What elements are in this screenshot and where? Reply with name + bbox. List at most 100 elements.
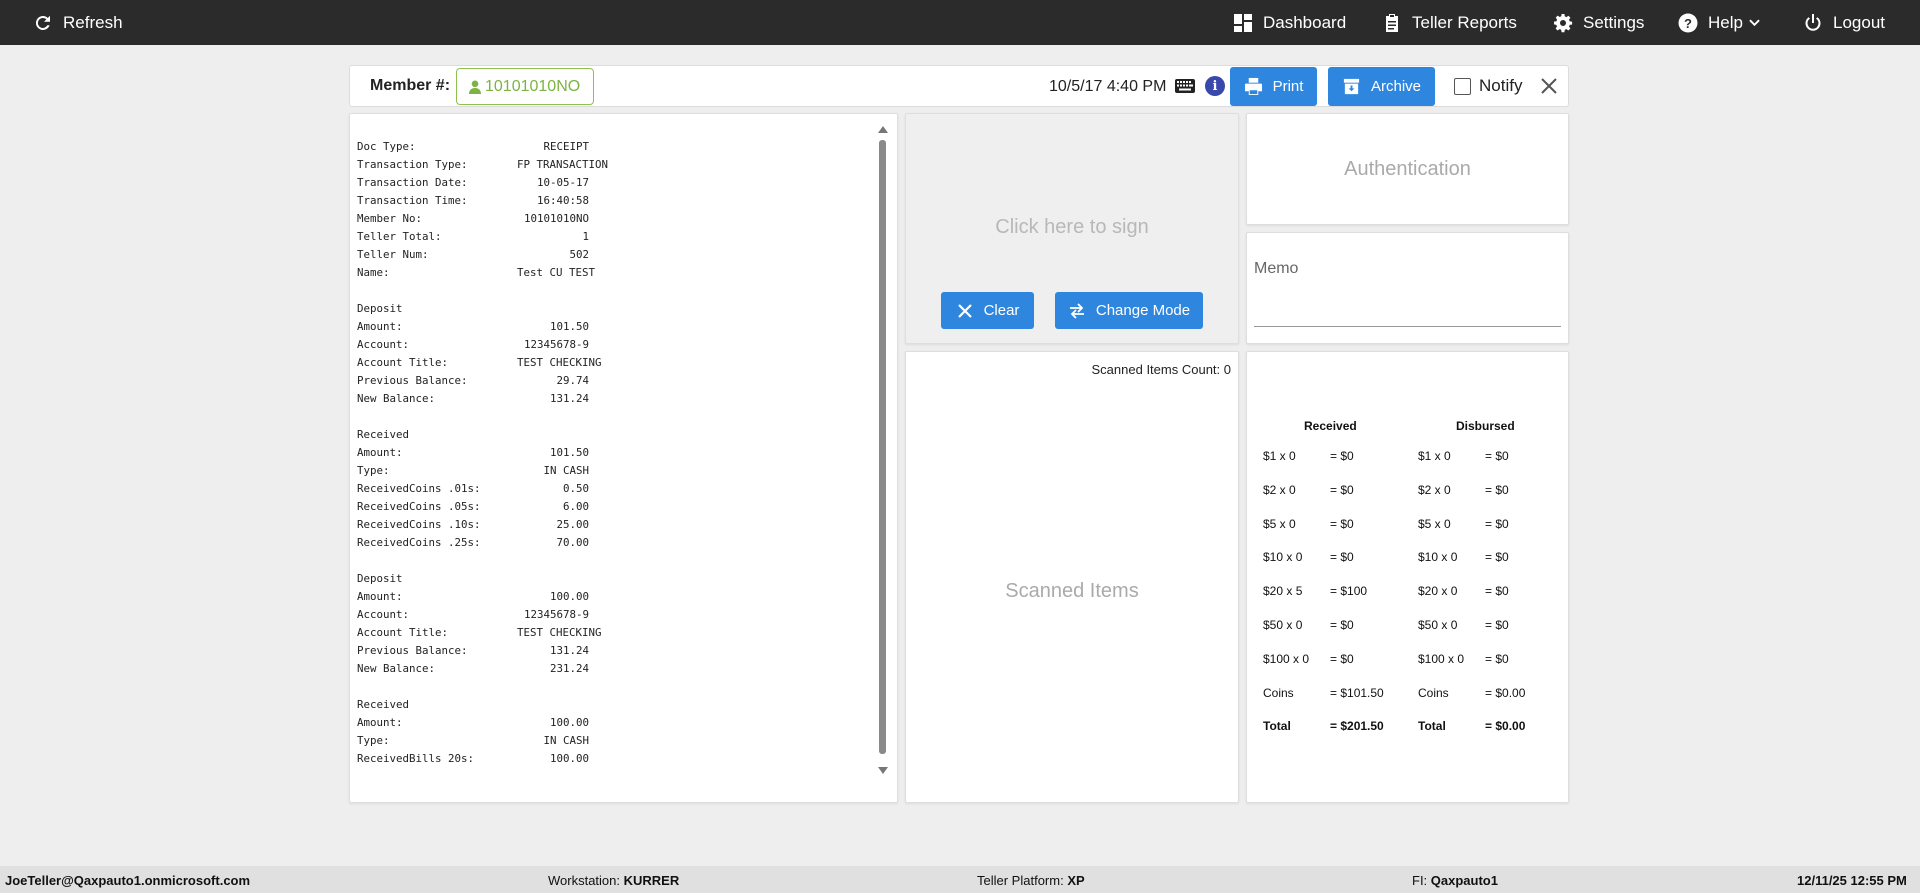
receipt-line: ReceivedCoins .01s: 0.50 [357,480,589,498]
workstation-label: Workstation: [548,873,624,888]
receipt-line: ReceivedBills 20s: 100.00 [357,750,589,768]
print-button[interactable]: Print [1230,67,1317,106]
notify-checkbox[interactable]: Notify [1454,76,1522,96]
receipt-key: ReceivedBills 20s: [357,752,475,765]
cash-row: $20 x 5 = $100 $20 x 0 = $0 [1247,584,1568,600]
help-label: Help [1708,12,1743,32]
logout-label: Logout [1833,12,1885,32]
receipt-key: Received [357,428,410,441]
receipt-key: Deposit [357,302,403,315]
refresh-button[interactable]: Refresh [33,0,123,45]
receipt-key: ReceivedCoins .10s: [357,518,481,531]
received-value: = $0 [1330,516,1354,531]
receipt-value: IN CASH [543,734,589,747]
received-denomination: $5 x 0 [1263,516,1296,531]
close-icon[interactable] [1540,77,1558,95]
receipt-line: ReceivedCoins .25s: 70.00 [357,534,589,552]
fi-label: FI: [1412,873,1431,888]
scroll-down-arrow[interactable] [878,767,888,774]
disbursed-value: = $0 [1485,449,1509,463]
receipt-panel: Doc Type: RECEIPT Transaction Type: FP TRAN… [349,113,898,803]
receipt-line: Deposit [357,300,589,318]
sign-hint: Click here to sign [995,216,1149,238]
receipt-key [357,678,517,696]
authentication-panel[interactable]: Authentication [1246,113,1569,225]
checkbox-box[interactable] [1454,77,1471,95]
nav-teller-reports[interactable]: Teller Reports [1382,0,1517,45]
receipt-key: Teller Total: [357,230,442,243]
memo-input[interactable] [1254,326,1561,327]
gear-icon [1554,13,1573,32]
receipt-value: 231.24 [549,662,589,675]
disbursed-denomination: $1 x 0 [1418,449,1451,463]
receipt-value: 100.00 [549,752,589,765]
receipt-key: Account: [357,608,410,621]
receipt-line: Previous Balance: 29.74 [357,372,589,390]
cash-row: $10 x 0 = $0 $10 x 0 = $0 [1247,550,1568,566]
receipt-line: Account Title: TEST CHECKING [357,624,602,642]
workstation-value: KURRER [623,873,680,888]
disbursed-value: = $0 [1485,584,1509,599]
nav-settings[interactable]: Settings [1553,0,1644,45]
receipt-line: Type: IN CASH [357,732,589,750]
receipt-key: Transaction Type: [357,158,468,171]
receipt-line: Teller Total: 1 [357,228,589,246]
refresh-icon [35,15,50,30]
receipt-line: Transaction Type: FP TRANSACTION [357,156,608,174]
member-number-field[interactable]: 10101010NO [456,68,594,105]
nav-dashboard[interactable]: Dashboard [1233,0,1346,45]
disbursed-denomination: Coins [1418,685,1449,700]
cash-breakdown-panel: Received Disbursed $1 x 0 = $0 $1 x 0 = $0 $… [1246,351,1569,803]
receipt-key: Account Title: [357,356,449,369]
receipt-value: 131.24 [549,392,589,405]
receipt-line: Amount: 101.50 [357,318,589,336]
teller-reports-label: Teller Reports [1412,12,1517,32]
keyboard-icon[interactable] [1175,79,1195,93]
receipt-key: Doc Type: [357,140,416,153]
swap-icon [1069,302,1084,319]
receipt-key: ReceivedCoins .01s: [357,482,481,495]
received-header: Received [1304,419,1357,433]
status-workstation: Workstation: KURRER [548,873,679,888]
clear-label: Clear [983,302,1020,319]
archive-button[interactable]: Archive [1328,67,1435,106]
receipt-value: TEST CHECKING [517,356,602,369]
info-icon[interactable]: i [1205,76,1225,96]
receipt-value: 70.00 [556,536,589,549]
nav-logout[interactable]: Logout [1803,0,1885,45]
received-value: = $0 [1330,550,1354,565]
receipt-key: Account: [357,338,410,351]
change-mode-label: Change Mode [1095,302,1191,319]
received-value: = $0 [1330,449,1354,463]
signature-pad[interactable]: Click here to sign Clear Change Mode [905,113,1239,344]
receipt-line: Type: IN CASH [357,462,589,480]
scroll-up-arrow[interactable] [878,126,888,133]
receipt-value: 101.50 [549,320,589,333]
change-mode-button[interactable]: Change Mode [1055,292,1203,329]
receipt-line [357,678,589,696]
receipt-value: 0.50 [562,482,589,495]
disbursed-denomination: $10 x 0 [1418,550,1458,565]
receipt-key: Previous Balance: [357,374,468,387]
receipt-value [517,300,589,318]
scanned-items-count: Scanned Items Count: 0 [1091,362,1231,377]
received-value: = $100 [1330,584,1368,599]
scrollbar-thumb[interactable] [879,140,886,754]
nav-help[interactable]: ? Help [1678,0,1770,45]
receipt-key: Transaction Date: [357,176,468,189]
received-denomination: $2 x 0 [1263,482,1296,497]
printer-icon [1244,77,1262,96]
clear-button[interactable]: Clear [941,292,1034,329]
receipt-key: Amount: [357,716,403,729]
receipt-value: 100.00 [549,716,589,729]
receipt-key: Transaction Time: [357,194,468,207]
receipt-value [517,426,589,444]
receipt-line: Account Title: TEST CHECKING [357,354,602,372]
status-user: JoeTeller@Qaxpauto1.onmicrosoft.com [5,873,251,888]
receipt-line: Teller Num: 502 [357,246,589,264]
received-denomination: $100 x 0 [1263,651,1310,666]
receipt-key: Type: [357,734,390,747]
receipt-value: Test CU TEST [517,266,596,279]
member-number: 10101010NO [485,77,581,95]
close-icon [957,303,972,318]
